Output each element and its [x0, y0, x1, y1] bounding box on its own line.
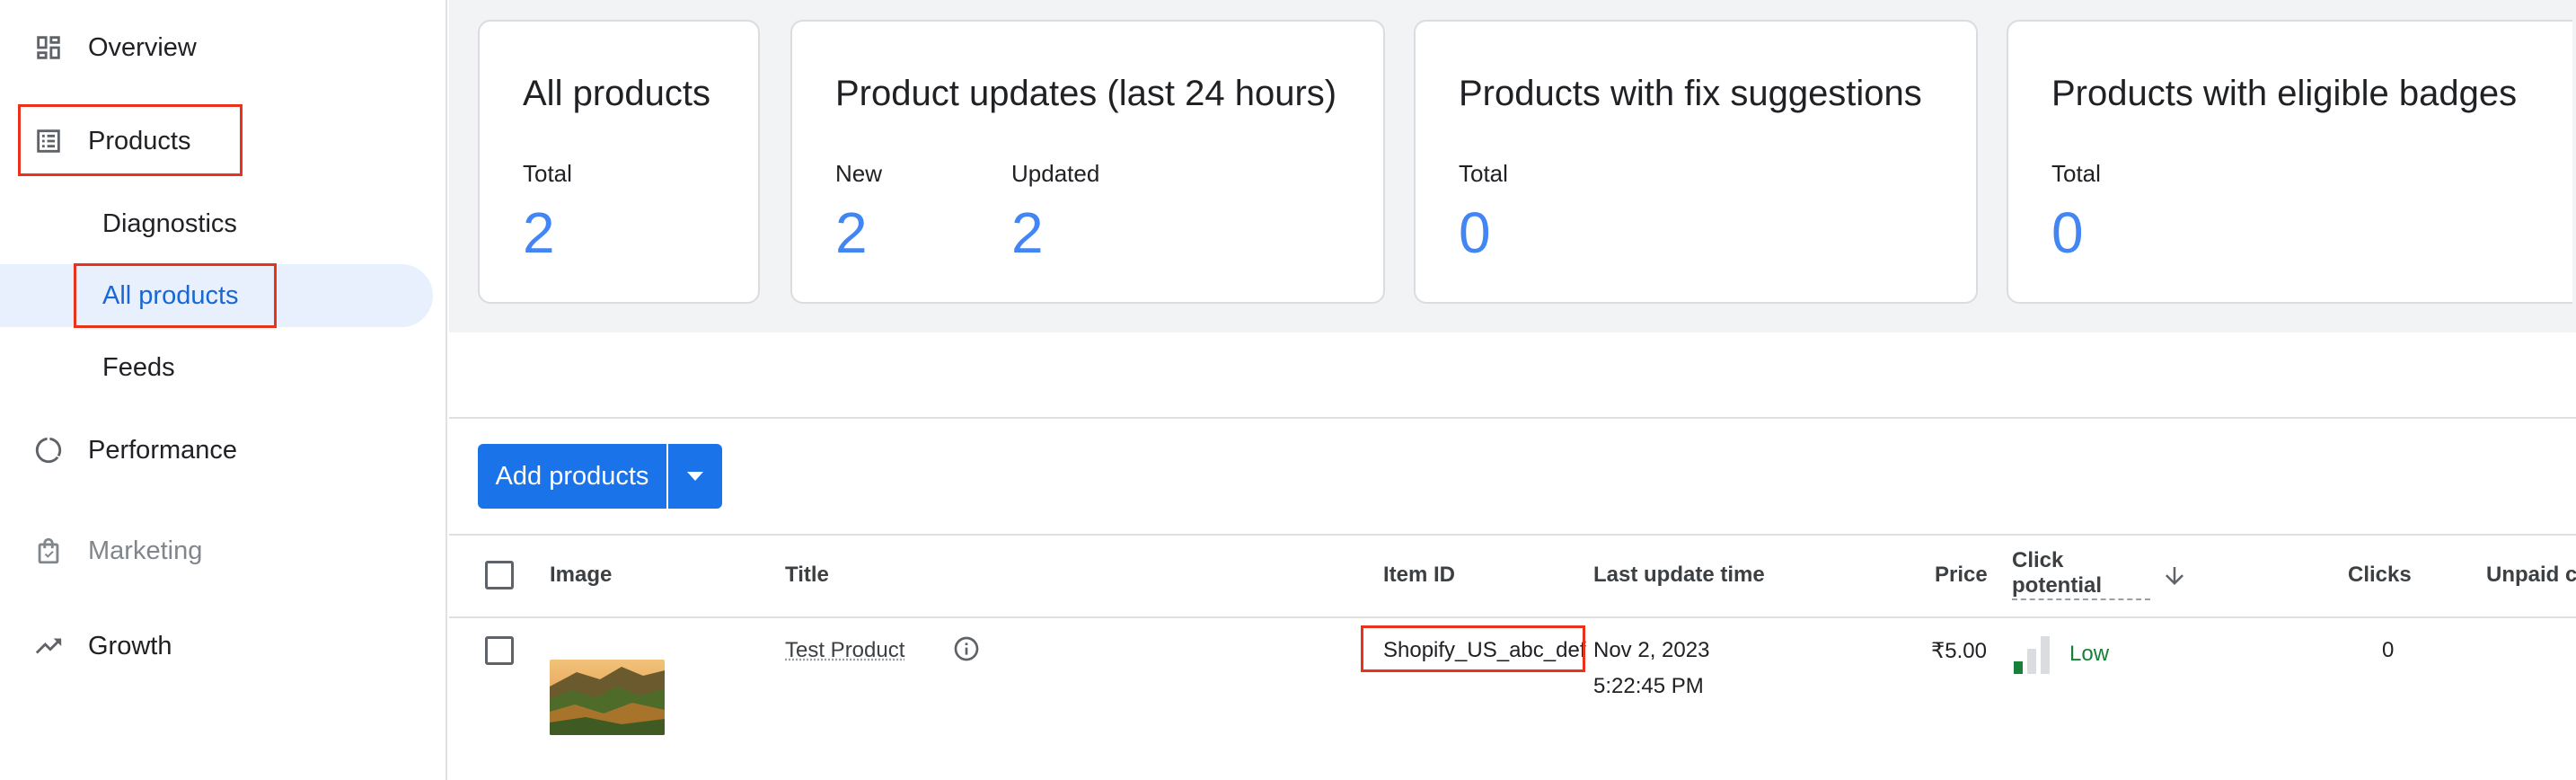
stat-value: 0	[1459, 199, 1491, 266]
column-header-image: Image	[550, 563, 612, 588]
row-checkbox[interactable]	[485, 636, 514, 665]
column-header-title[interactable]: Title	[785, 563, 829, 588]
stat-value: 2	[835, 199, 868, 266]
stat-card-eligible-badges: Products with eligible badges Total 0	[2007, 20, 2572, 304]
sidebar-subitem-label: Diagnostics	[102, 209, 237, 239]
sidebar-subitem-label: All products	[102, 281, 239, 311]
sidebar-item-marketing[interactable]: Marketing	[0, 519, 447, 582]
arrow-down-icon[interactable]	[2161, 563, 2188, 589]
sidebar-subitem-diagnostics[interactable]: Diagnostics	[0, 192, 433, 255]
sidebar: Overview Products Diagnostics All produc…	[0, 0, 447, 780]
divider	[449, 534, 2576, 536]
stat-label: Updated	[1011, 160, 1099, 188]
price-cell: ₹5.00	[1931, 638, 1987, 664]
sidebar-subitem-all-products[interactable]: All products	[0, 264, 433, 327]
stat-label: Total	[2051, 160, 2101, 188]
sidebar-item-label: Performance	[88, 436, 237, 465]
main-content: All products Total 2 Product updates (la…	[449, 0, 2576, 780]
potential-bar	[2041, 636, 2050, 674]
stat-label: Total	[1459, 160, 1508, 188]
last-update-time-cell: 5:22:45 PM	[1593, 674, 1704, 699]
divider	[449, 616, 2576, 618]
stat-card-product-updates: Product updates (last 24 hours) New 2 Up…	[790, 20, 1385, 304]
column-header-last-update-time[interactable]: Last update time	[1593, 563, 1765, 588]
click-potential-bars	[2014, 636, 2053, 674]
click-potential-label: Low	[2069, 642, 2109, 667]
caret-down-icon	[687, 472, 703, 481]
last-update-date-cell: Nov 2, 2023	[1593, 638, 1709, 663]
column-header-clicks[interactable]: Clicks	[2348, 563, 2412, 588]
stat-label: Total	[523, 160, 572, 188]
sidebar-item-label: Overview	[88, 33, 197, 63]
performance-icon	[32, 434, 65, 466]
add-products-button[interactable]: Add products	[478, 444, 666, 509]
product-title-link[interactable]: Test Product	[785, 638, 904, 663]
sidebar-item-overview[interactable]: Overview	[0, 16, 447, 79]
sidebar-subitem-label: Feeds	[102, 353, 175, 383]
column-header-click-potential[interactable]: Click potential	[2012, 548, 2156, 600]
clicks-cell: 0	[2382, 638, 2394, 663]
select-all-checkbox[interactable]	[485, 561, 514, 589]
sidebar-item-label: Marketing	[88, 536, 202, 566]
dashboard-icon	[32, 31, 65, 64]
stat-value: 2	[1011, 199, 1044, 266]
info-icon[interactable]	[952, 634, 981, 663]
stat-value: 2	[523, 199, 555, 266]
stat-card-title: Products with eligible badges	[2051, 74, 2517, 114]
shopping-bag-icon	[32, 535, 65, 567]
trending-up-icon	[32, 630, 65, 662]
sidebar-item-performance[interactable]: Performance	[0, 419, 447, 482]
add-products-dropdown-button[interactable]	[668, 444, 722, 509]
potential-bar	[2027, 649, 2036, 674]
stat-card-title: Product updates (last 24 hours)	[835, 74, 1337, 114]
item-id-cell: Shopify_US_abc_def	[1383, 638, 1586, 663]
column-header-unpaid-clicks[interactable]: Unpaid cl	[2486, 563, 2576, 588]
sidebar-item-products[interactable]: Products	[0, 110, 447, 173]
stat-card-all-products: All products Total 2	[478, 20, 760, 304]
column-header-price[interactable]: Price	[1935, 563, 1988, 588]
sidebar-subitem-feeds[interactable]: Feeds	[0, 336, 433, 399]
column-header-click-potential-line2: potential	[2012, 573, 2150, 600]
column-header-click-potential-line1: Click	[2012, 548, 2063, 573]
stats-section: All products Total 2 Product updates (la…	[449, 0, 2576, 332]
sidebar-item-label: Growth	[88, 632, 172, 661]
list-icon	[32, 125, 65, 157]
sidebar-item-growth[interactable]: Growth	[0, 615, 447, 678]
stat-value: 0	[2051, 199, 2084, 266]
sidebar-item-label: Products	[88, 127, 190, 156]
stat-card-fix-suggestions: Products with fix suggestions Total 0	[1414, 20, 1978, 304]
stat-card-title: Products with fix suggestions	[1459, 74, 1922, 114]
divider	[449, 417, 2576, 419]
potential-bar	[2014, 661, 2023, 674]
stat-card-title: All products	[523, 74, 710, 114]
column-header-item-id[interactable]: Item ID	[1383, 563, 1455, 588]
product-image	[550, 660, 665, 735]
stat-label: New	[835, 160, 882, 188]
